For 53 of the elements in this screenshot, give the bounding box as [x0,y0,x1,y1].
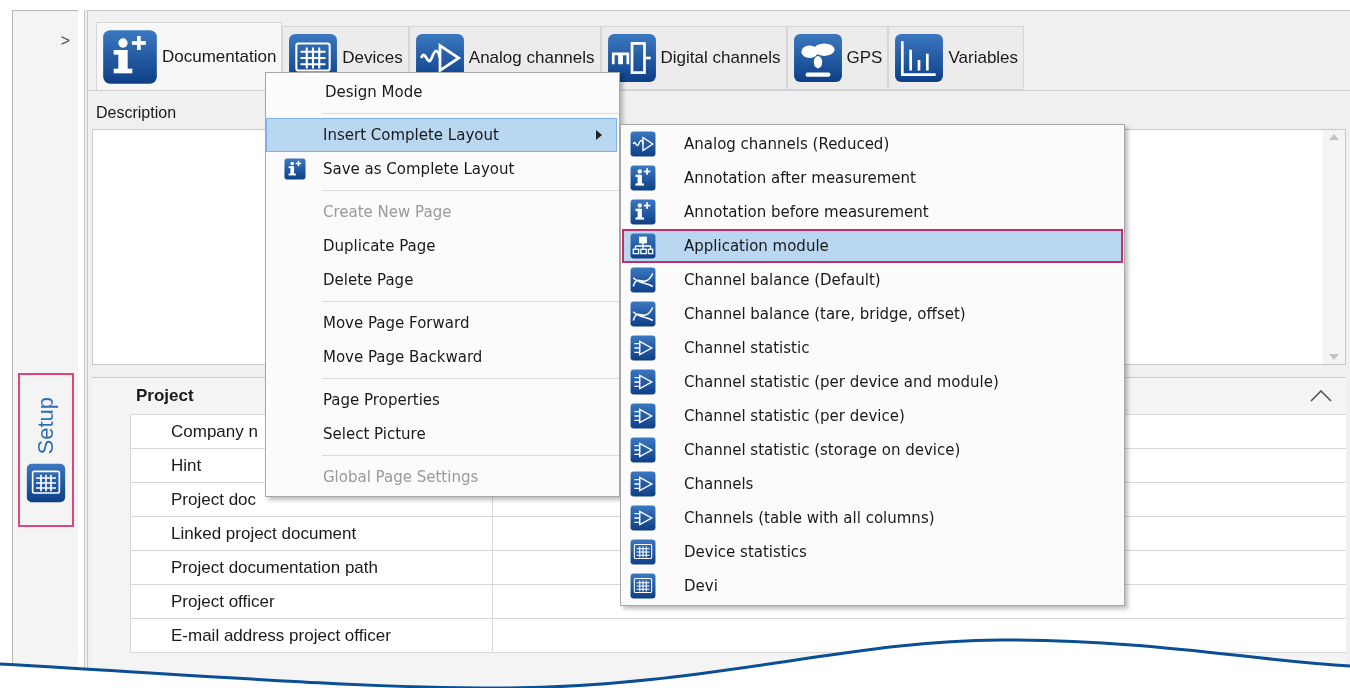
menu-item[interactable]: Page Properties [266,383,617,417]
device-grid-icon [630,573,656,599]
submenu-item[interactable]: Channels [622,467,1123,501]
device-grid-icon [630,539,656,565]
network-icon [630,233,656,259]
bar-graph-icon [894,33,945,83]
sidebar-tab[interactable]: Setup [17,373,74,527]
submenu-item[interactable]: Device statistics [622,535,1123,569]
menu-item[interactable]: Duplicate Page [266,229,617,263]
property-label: Project officer [171,590,275,613]
submenu-item[interactable]: Annotation after measurement [622,161,1123,195]
submenu-item[interactable]: Channel statistic (per device and module) [622,365,1123,399]
category-heading: Project [136,385,194,408]
toolbar-tab[interactable]: Digital channels [600,26,787,90]
description-label: Description [96,103,177,123]
submenu-item[interactable]: Annotation before measurement [622,195,1123,229]
collapse-chevron-icon[interactable] [1310,390,1332,402]
info-icon [102,28,158,85]
toolbar-tab[interactable]: Variables [888,26,1025,90]
submenu-item[interactable]: Application module [622,229,1123,263]
menu-item[interactable]: Select Picture [266,417,617,451]
menu-item[interactable]: Move Page Forward [266,306,617,340]
submenu-item[interactable]: Channel statistic [622,331,1123,365]
submenu-item[interactable]: Channel balance (Default) [622,263,1123,297]
info-icon [630,165,656,191]
scroll-down-icon[interactable] [1329,354,1339,360]
menu-item[interactable]: Delete Page [266,263,617,297]
toolbar-tab[interactable]: Documentation [96,22,283,90]
info-icon [284,158,306,180]
submenu-item[interactable]: Channel statistic (per device) [622,399,1123,433]
scrollbar[interactable] [1323,130,1345,364]
menu-item[interactable]: Insert Complete Layout [266,118,617,152]
submenu-item[interactable]: Analog channels (Reduced) [622,127,1123,161]
property-label: E-mail address project officer [171,624,391,647]
curve-icon [630,301,656,327]
menu-item[interactable]: Save as Complete Layout [266,152,617,186]
submenu-item[interactable]: Devi [622,569,1123,603]
info-icon [630,199,656,225]
property-label: Project documentation path [171,556,378,579]
toolbar-tab[interactable]: GPS [786,26,889,90]
expand-chevron[interactable]: > [60,29,70,53]
submenu-item[interactable]: Channel statistic (storage on device) [622,433,1123,467]
property-label: Hint [171,454,202,477]
curve-icon [630,267,656,293]
device-grid-icon [25,462,66,503]
sine-wave-icon [630,131,656,157]
submenu-item[interactable]: Channels (table with all columns) [622,501,1123,535]
scroll-up-icon[interactable] [1329,134,1339,140]
property-label: Company n [171,420,258,443]
submenu-item[interactable]: Channel balance (tare, bridge, offset) [622,297,1123,331]
property-label: Linked project document [171,522,357,545]
menu-item[interactable]: Move Page Backward [266,340,617,374]
property-label: Project doc [171,488,257,511]
